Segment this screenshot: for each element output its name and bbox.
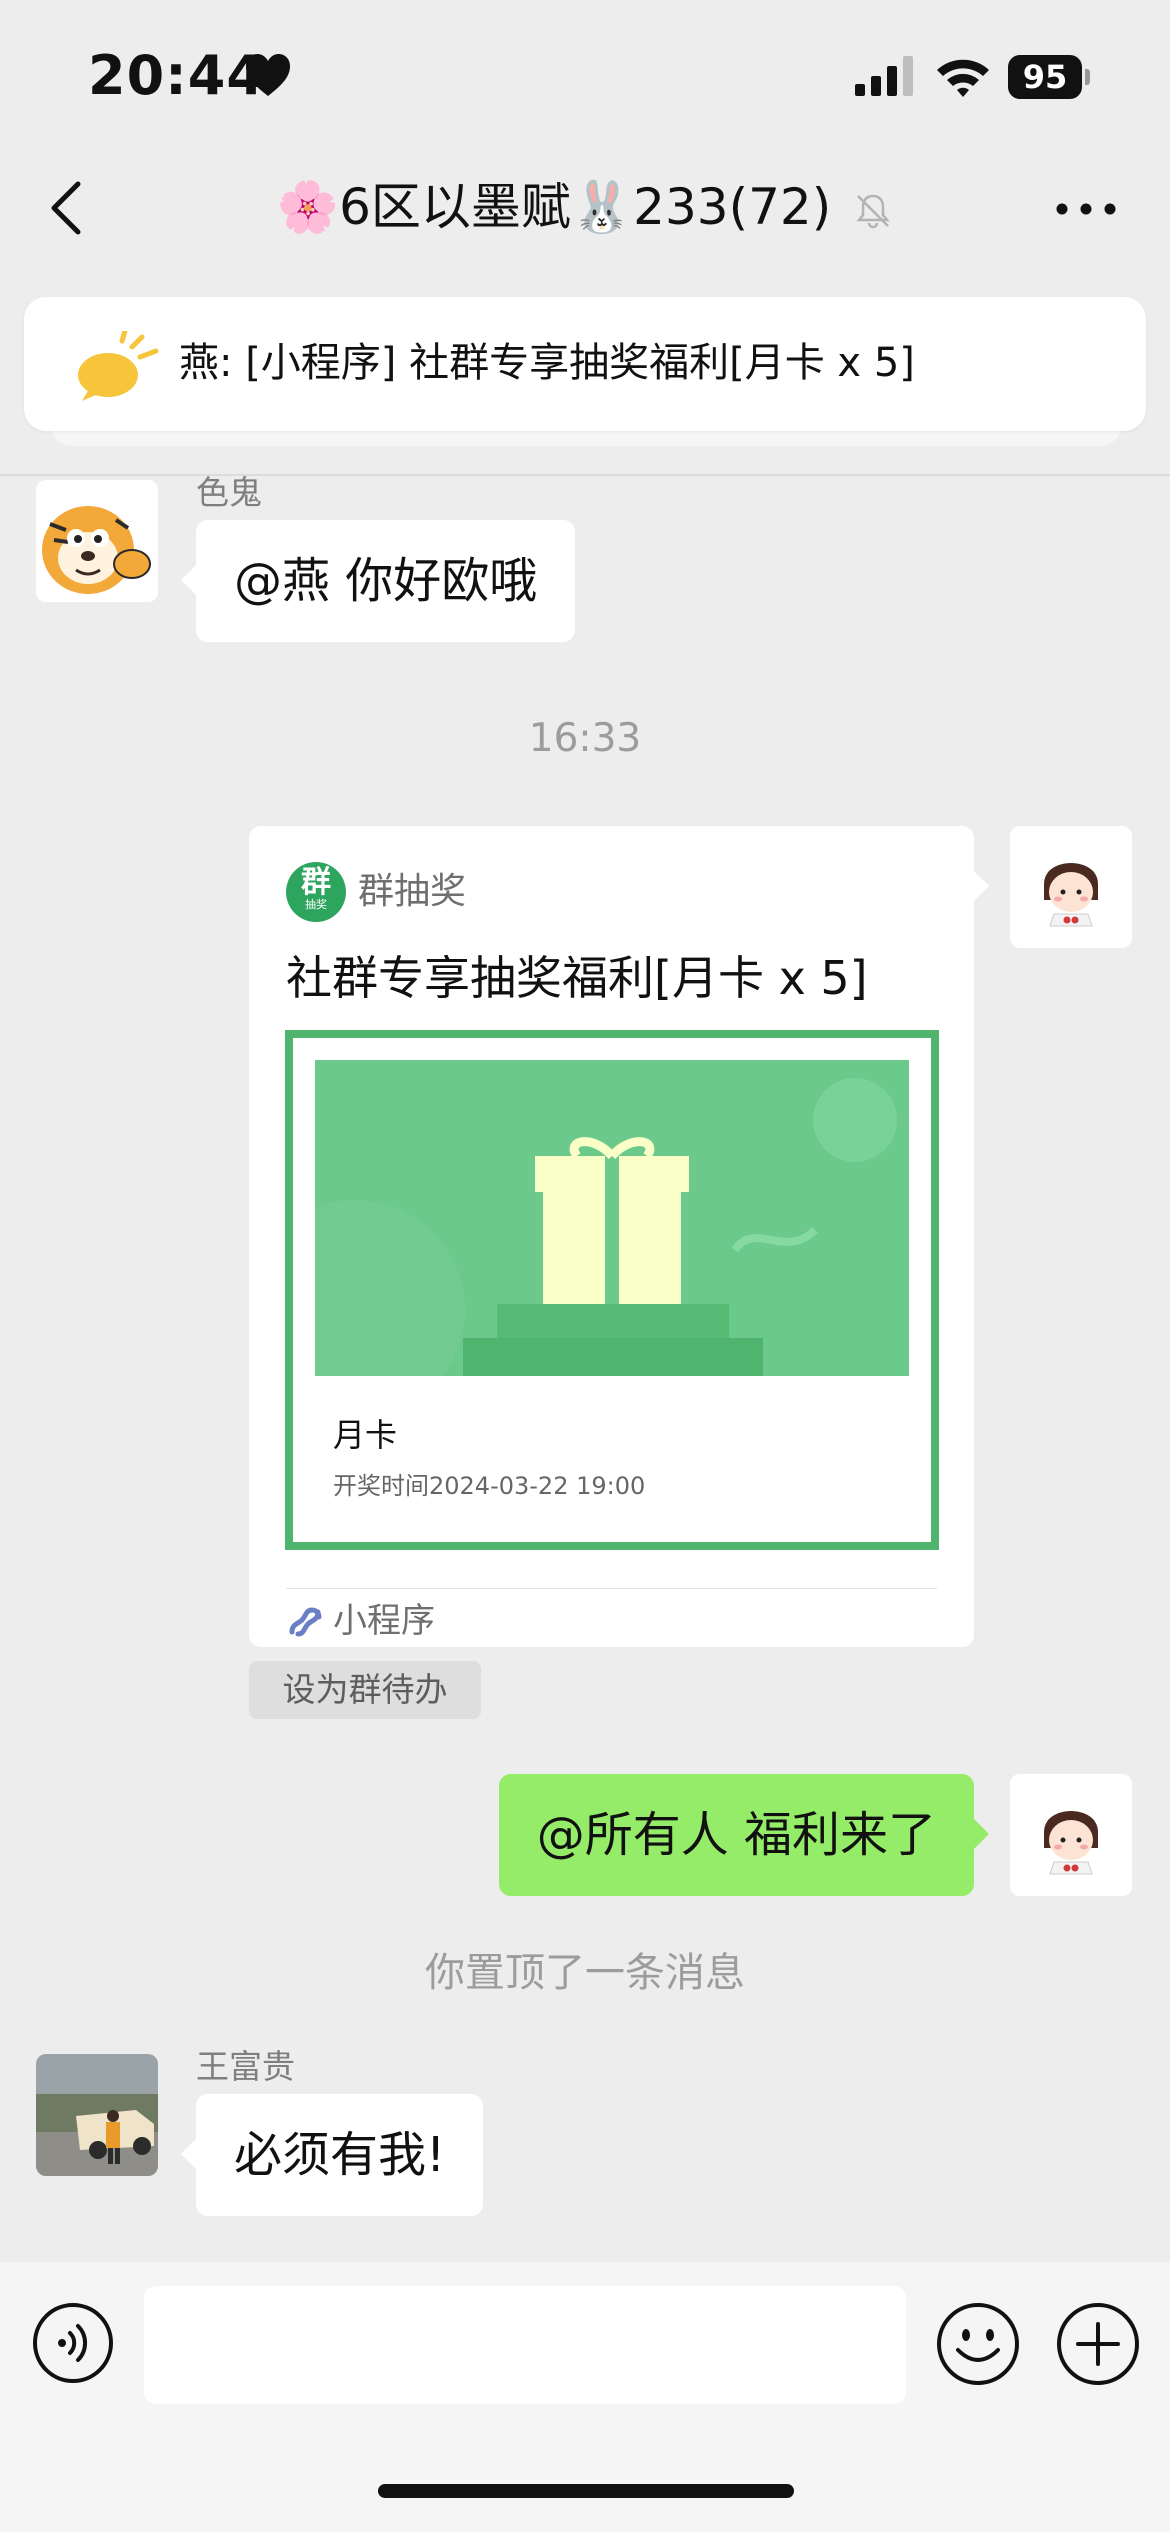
- announcement-icon: [78, 331, 159, 401]
- mini-program-footer: 小程序: [333, 1601, 435, 1641]
- voice-icon[interactable]: [32, 2302, 114, 2384]
- title-member-count: 233(72): [633, 178, 832, 236]
- heart-icon: [246, 54, 290, 96]
- home-indicator[interactable]: [378, 2484, 794, 2498]
- car-photo-avatar-image: [36, 2054, 158, 2176]
- title-flower-emoji: 🌸: [276, 178, 340, 236]
- chat-title: 🌸6区以墨赋🐰233(72): [0, 170, 1170, 244]
- message-bubble[interactable]: 必须有我!: [180, 2094, 484, 2216]
- self-message-bubble[interactable]: @所有人 福利来了: [498, 1774, 990, 1896]
- signal-icon: [855, 56, 913, 96]
- timestamp: 16:33: [528, 716, 642, 761]
- message-bubble[interactable]: @燕 你好欧哦: [180, 520, 576, 642]
- mini-program-title: 社群专享抽奖福利[月卡 x 5]: [286, 951, 868, 1005]
- mute-icon: [856, 194, 890, 228]
- gift-icon: [315, 1078, 897, 1376]
- sender-name: 王富贵: [196, 2047, 295, 2086]
- battery-level: 95: [1008, 55, 1082, 99]
- pinned-message-banner[interactable]: 燕: [小程序] 社群专享抽奖福利[月卡 x 5]: [24, 297, 1146, 431]
- mini-program-icon: [289, 1607, 322, 1637]
- prize-name: 月卡: [333, 1416, 398, 1454]
- mini-program-card[interactable]: 群 抽奖 群抽奖 社群专享抽奖福利[月卡 x 5] 月卡 开奖时间2024-03…: [249, 826, 989, 1647]
- sender-name: 色鬼: [196, 473, 262, 512]
- wifi-icon: [937, 59, 989, 97]
- avatar-self[interactable]: [1010, 1774, 1132, 1896]
- plus-icon[interactable]: [1056, 2302, 1140, 2386]
- avatar-segui[interactable]: [36, 480, 158, 602]
- battery-tip: [1085, 69, 1090, 85]
- girl-avatar-image: [1010, 826, 1132, 948]
- pinned-message-text: 燕: [小程序] 社群专享抽奖福利[月卡 x 5]: [179, 340, 915, 386]
- message-input[interactable]: [144, 2286, 906, 2404]
- system-note: 你置顶了一条消息: [425, 1950, 745, 1996]
- avatar-self[interactable]: [1010, 826, 1132, 948]
- mini-program-logo: 群 抽奖: [286, 862, 346, 922]
- more-icon[interactable]: [1056, 203, 1116, 215]
- title-rabbit-emoji: 🐰: [570, 178, 634, 236]
- emoji-icon[interactable]: [936, 2302, 1020, 2386]
- status-time: 20:44: [88, 44, 265, 107]
- title-text: 6区以墨赋: [339, 178, 571, 236]
- battery-icon: 95: [1008, 55, 1090, 99]
- avatar-wangfugui[interactable]: [36, 2054, 158, 2176]
- set-group-todo-button[interactable]: 设为群待办: [249, 1661, 481, 1719]
- girl-avatar-image: [1010, 1774, 1132, 1896]
- draw-time: 开奖时间2024-03-22 19:00: [333, 1472, 646, 1500]
- gift-illustration: [315, 1060, 909, 1376]
- card-divider: [286, 1588, 937, 1589]
- mini-program-name: 群抽奖: [358, 871, 467, 912]
- tiger-avatar-image: [36, 480, 158, 602]
- pinned-divider: [0, 474, 1170, 476]
- lottery-preview-frame: 月卡 开奖时间2024-03-22 19:00: [285, 1030, 939, 1550]
